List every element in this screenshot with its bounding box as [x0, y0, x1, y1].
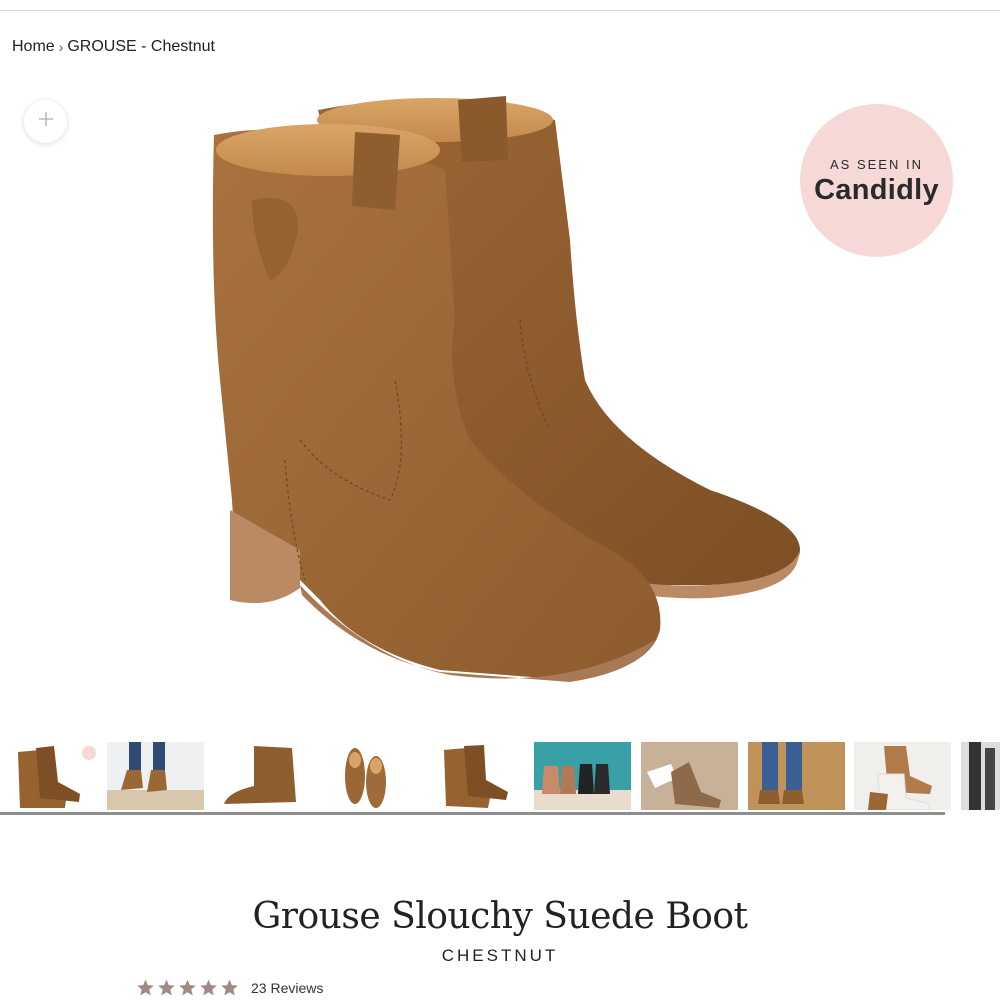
star-icon: [200, 979, 217, 996]
thumbnail-9[interactable]: [854, 742, 951, 810]
zoom-button[interactable]: [24, 100, 67, 143]
badge-label: AS SEEN IN: [830, 156, 923, 172]
thumbnail-5[interactable]: [428, 742, 525, 810]
star-rating: [136, 978, 239, 997]
reviews-link[interactable]: 23 Reviews: [251, 980, 323, 996]
thumbnail-scrollbar[interactable]: [0, 812, 945, 815]
product-rating[interactable]: 23 Reviews: [136, 978, 323, 997]
breadcrumb-separator: ›: [58, 39, 64, 55]
breadcrumb: Home › GROUSE - Chestnut: [12, 38, 215, 56]
star-icon: [179, 979, 196, 996]
plus-icon: [37, 110, 55, 133]
thumbnail-strip[interactable]: [0, 742, 1000, 814]
breadcrumb-home-link[interactable]: Home: [12, 38, 55, 56]
thumbnail-10[interactable]: [961, 742, 1000, 810]
thumbnail-1[interactable]: [0, 742, 97, 810]
thumbnail-8[interactable]: [748, 742, 845, 810]
badge-brand: Candidly: [814, 173, 939, 206]
main-product-image[interactable]: [190, 80, 820, 720]
product-color-name: CHESTNUT: [441, 946, 559, 965]
star-icon: [221, 979, 238, 996]
product-title: Grouse Slouchy Suede Boot: [252, 896, 748, 937]
top-divider: [0, 10, 1000, 11]
thumbnail-7[interactable]: [641, 742, 738, 810]
thumbnail-2[interactable]: [107, 742, 204, 810]
thumbnail-4[interactable]: [321, 742, 418, 810]
star-icon: [137, 979, 154, 996]
star-icon: [158, 979, 175, 996]
as-seen-in-badge: AS SEEN IN Candidly: [800, 104, 953, 257]
thumbnail-3[interactable]: [214, 742, 311, 810]
thumbnail-6[interactable]: [534, 742, 631, 810]
breadcrumb-current: GROUSE - Chestnut: [67, 38, 215, 55]
